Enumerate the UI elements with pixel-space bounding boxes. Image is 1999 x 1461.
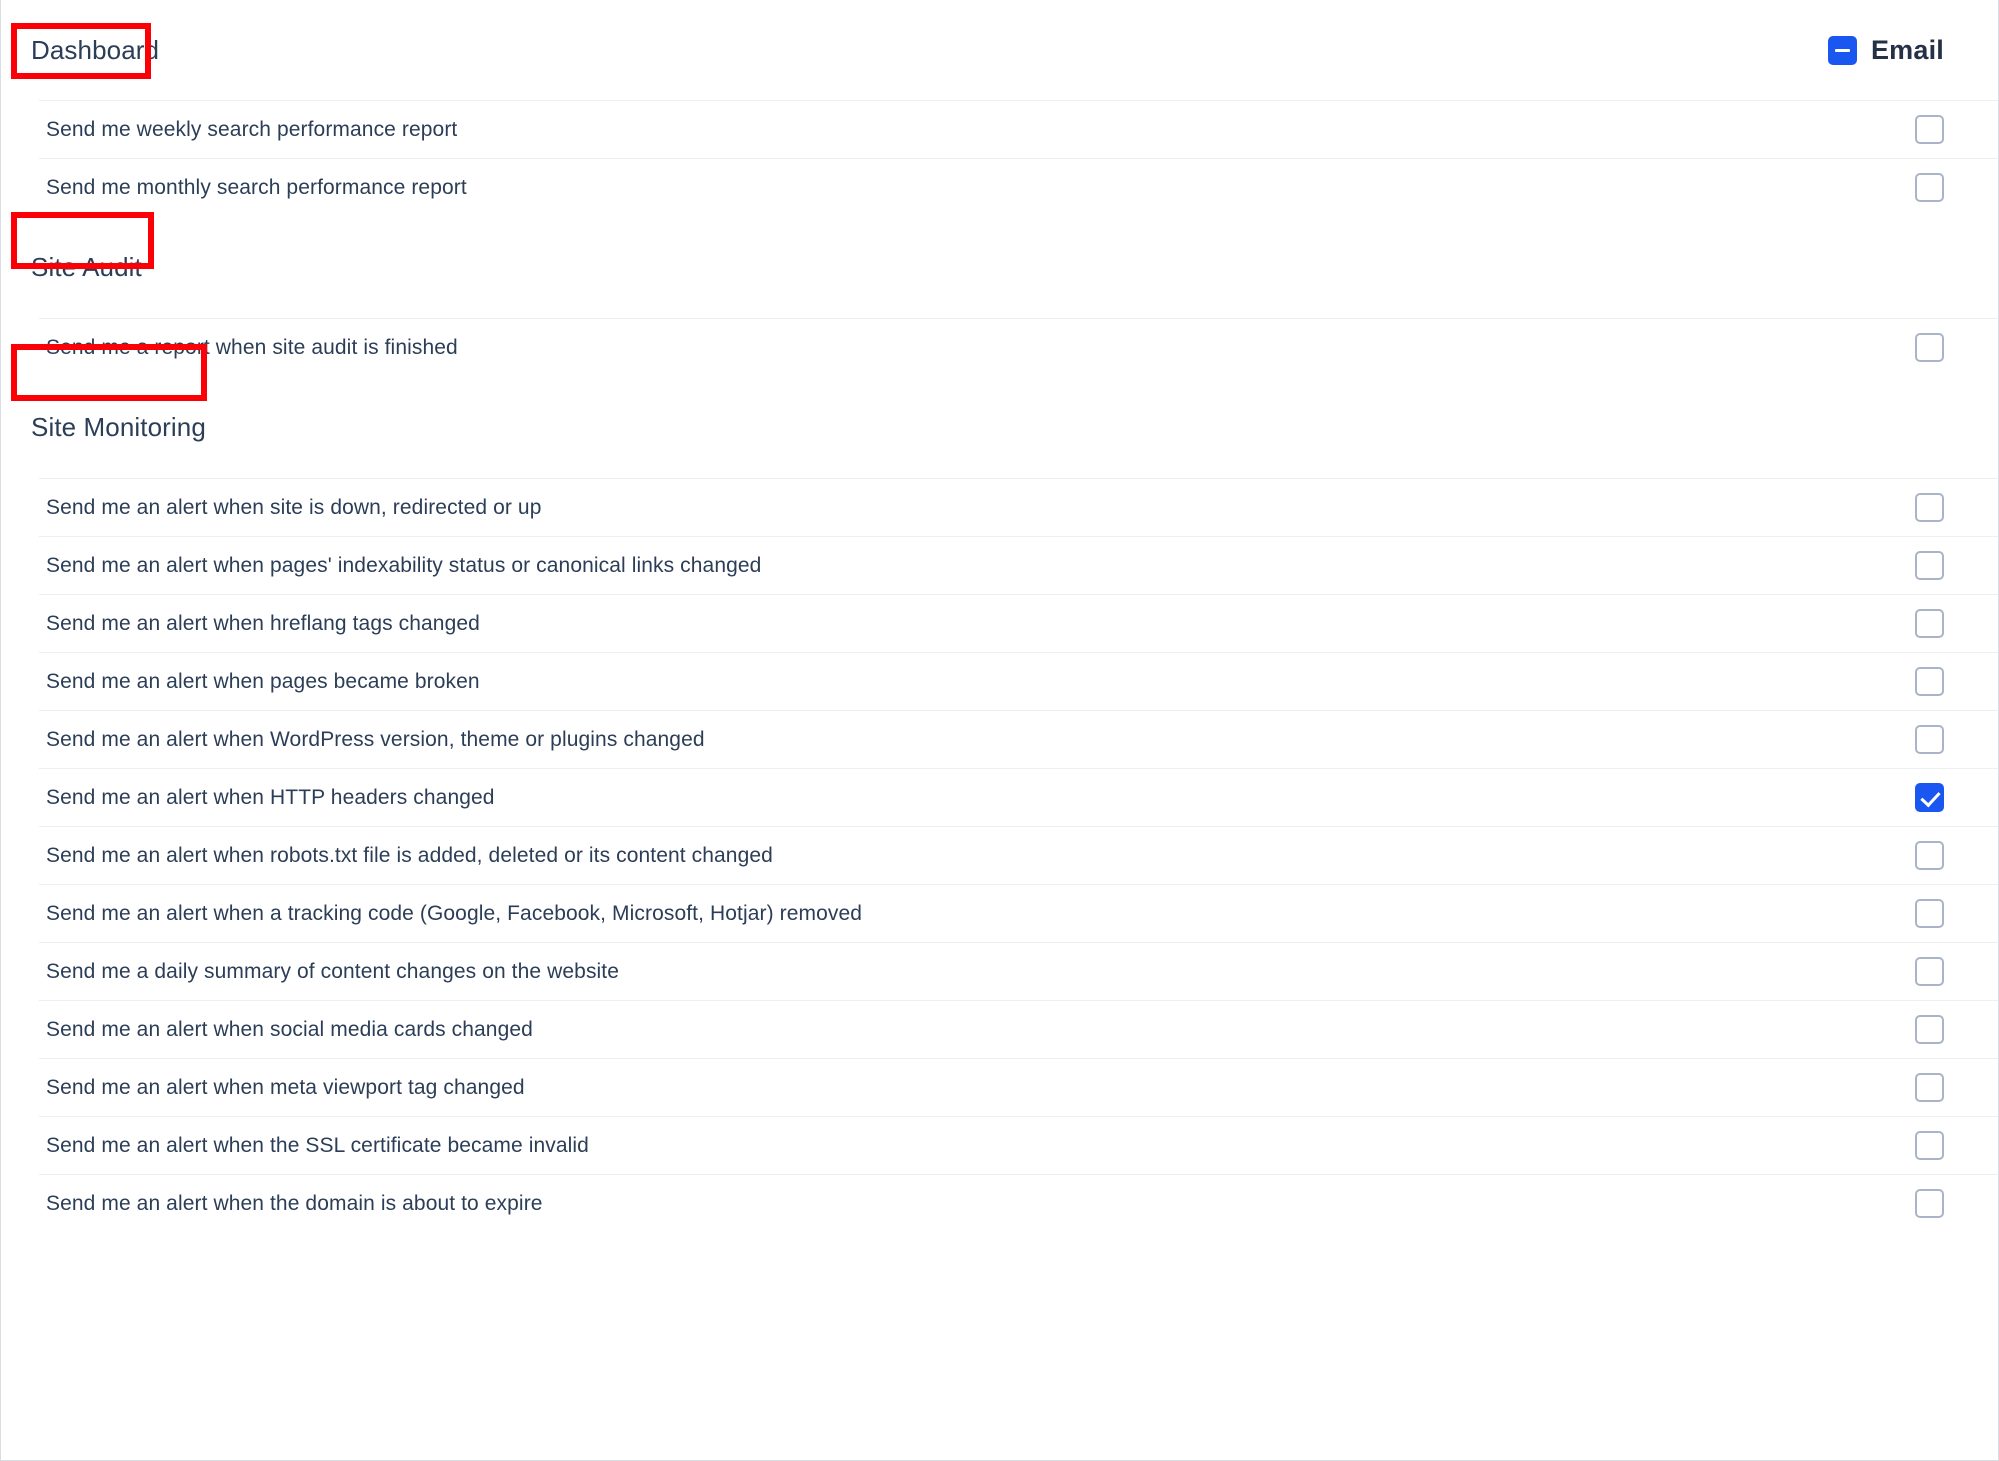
section-title-site-monitoring: Site Monitoring [31, 411, 206, 442]
row-checkbox[interactable] [1915, 173, 1944, 202]
section-title-site-audit: Site Audit [31, 251, 142, 282]
row-label: Send me an alert when the SSL certificat… [46, 1133, 589, 1157]
row-label: Send me an alert when pages' indexabilit… [46, 553, 762, 577]
table-row[interactable]: Send me weekly search performance report [39, 100, 1998, 158]
row-label: Send me a daily summary of content chang… [46, 959, 620, 983]
table-row[interactable]: Send me an alert when meta viewport tag … [39, 1058, 1998, 1116]
row-label: Send me monthly search performance repor… [46, 175, 467, 199]
email-column-header: Email [1827, 34, 1998, 66]
table-row[interactable]: Send me an alert when WordPress version,… [39, 710, 1998, 768]
row-checkbox[interactable] [1915, 493, 1944, 522]
row-label: Send me an alert when hreflang tags chan… [46, 611, 480, 635]
table-row[interactable]: Send me an alert when the SSL certificat… [39, 1116, 1998, 1174]
site-audit-section-header: Site Audit [1, 216, 1998, 318]
page-title: Dashboard [31, 34, 160, 65]
row-label: Send me an alert when WordPress version,… [46, 727, 705, 751]
row-label: Send me an alert when a tracking code (G… [46, 901, 863, 925]
row-checkbox[interactable] [1915, 1073, 1944, 1102]
table-row[interactable]: Send me an alert when hreflang tags chan… [39, 594, 1998, 652]
table-row[interactable]: Send me an alert when social media cards… [39, 1000, 1998, 1058]
table-row[interactable]: Send me an alert when pages became broke… [39, 652, 1998, 710]
table-row[interactable]: Send me an alert when pages' indexabilit… [39, 536, 1998, 594]
table-row[interactable]: Send me monthly search performance repor… [39, 158, 1998, 216]
table-row[interactable]: Send me a report when site audit is fini… [39, 318, 1998, 376]
row-checkbox[interactable] [1915, 609, 1944, 638]
row-label: Send me an alert when robots.txt file is… [46, 843, 773, 867]
row-checkbox[interactable] [1915, 725, 1944, 754]
row-label: Send me a report when site audit is fini… [46, 335, 458, 359]
row-checkbox[interactable] [1915, 1015, 1944, 1044]
row-label: Send me weekly search performance report [46, 117, 458, 141]
row-checkbox[interactable] [1915, 783, 1944, 812]
notification-settings-page: Dashboard Email Send me weekly search pe… [0, 0, 1999, 1461]
row-checkbox[interactable] [1915, 551, 1944, 580]
row-label: Send me an alert when social media cards… [46, 1017, 533, 1041]
row-checkbox[interactable] [1915, 667, 1944, 696]
row-checkbox[interactable] [1915, 899, 1944, 928]
row-checkbox[interactable] [1915, 841, 1944, 870]
table-row[interactable]: Send me an alert when robots.txt file is… [39, 826, 1998, 884]
table-row[interactable]: Send me an alert when HTTP headers chang… [39, 768, 1998, 826]
table-row[interactable]: Send me an alert when the domain is abou… [39, 1174, 1998, 1232]
table-row[interactable]: Send me an alert when a tracking code (G… [39, 884, 1998, 942]
row-label: Send me an alert when site is down, redi… [46, 495, 542, 519]
email-column-label: Email [1870, 34, 1944, 65]
row-label: Send me an alert when HTTP headers chang… [46, 785, 495, 809]
email-column-master-checkbox[interactable] [1827, 35, 1857, 65]
row-label: Send me an alert when meta viewport tag … [46, 1075, 525, 1099]
row-label: Send me an alert when the domain is abou… [46, 1191, 543, 1215]
row-checkbox[interactable] [1915, 115, 1944, 144]
row-checkbox[interactable] [1915, 1189, 1944, 1218]
row-checkbox[interactable] [1915, 333, 1944, 362]
table-row[interactable]: Send me a daily summary of content chang… [39, 942, 1998, 1000]
row-checkbox[interactable] [1915, 957, 1944, 986]
dashboard-section-header: Dashboard Email [1, 0, 1998, 100]
row-checkbox[interactable] [1915, 1131, 1944, 1160]
site-monitoring-section-header: Site Monitoring [1, 376, 1998, 478]
row-label: Send me an alert when pages became broke… [46, 669, 480, 693]
table-row[interactable]: Send me an alert when site is down, redi… [39, 478, 1998, 536]
